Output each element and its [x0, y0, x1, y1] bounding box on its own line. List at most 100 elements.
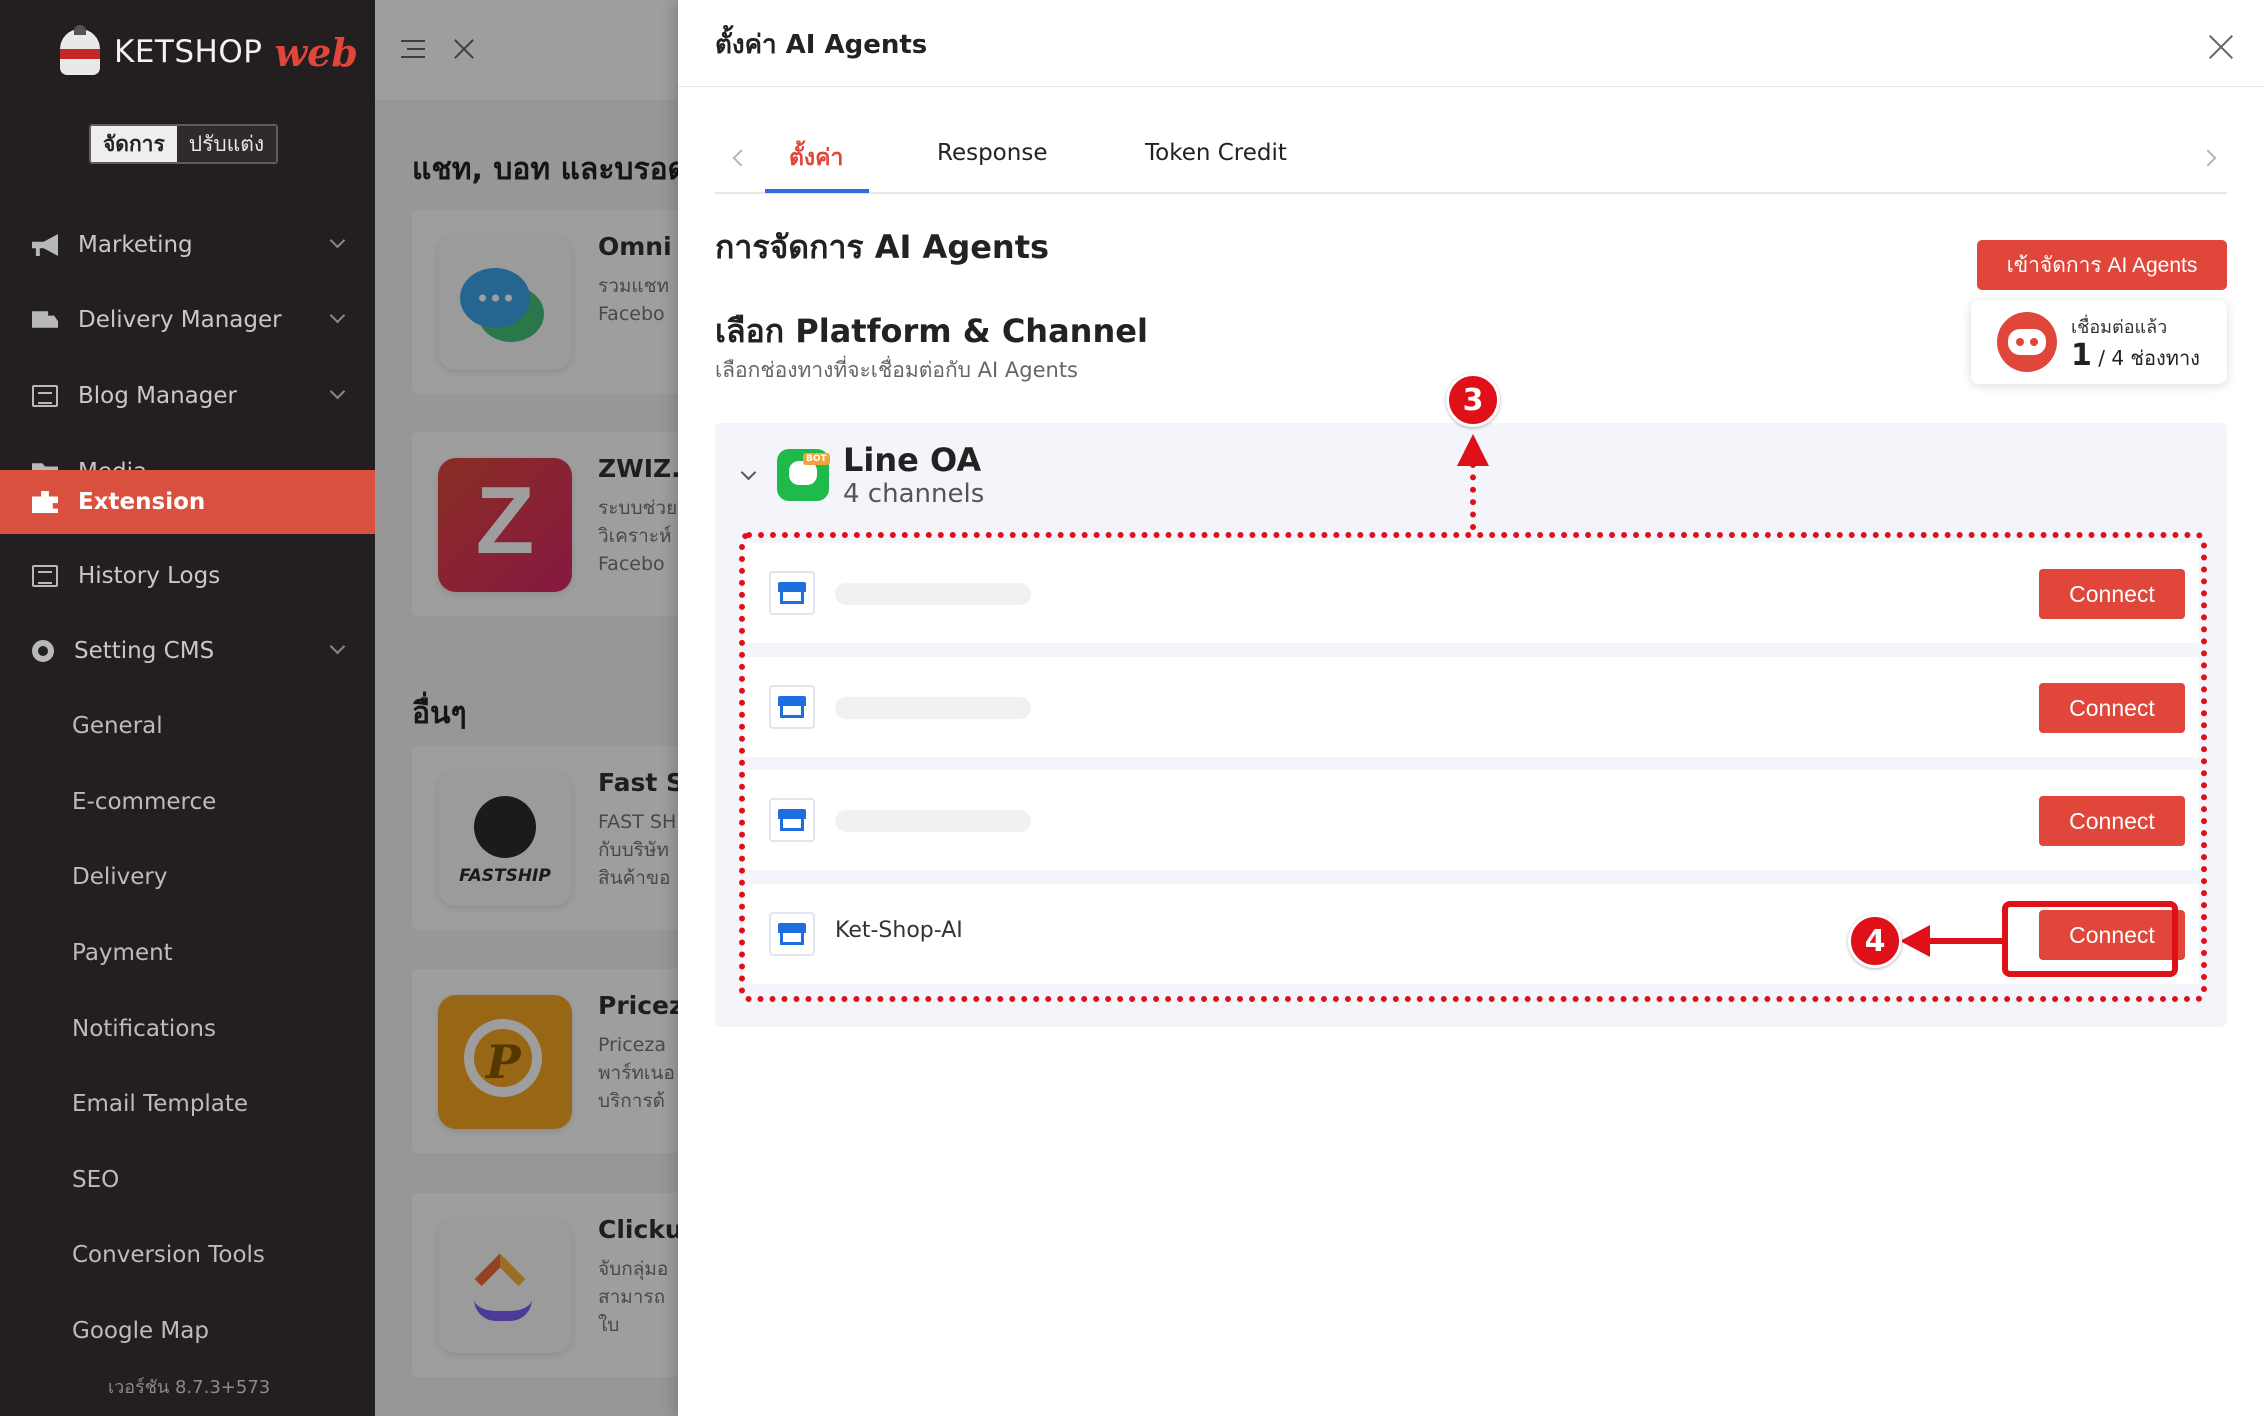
sidebar-subitem-payment[interactable]: Payment [72, 933, 173, 973]
extension-card-omni[interactable]: Omni รวมแชท Facebo [412, 210, 678, 394]
chevron-left-icon[interactable] [732, 149, 750, 167]
shop-icon [769, 571, 815, 615]
status-label: เชื่อมต่อแล้ว [2071, 317, 2168, 338]
platform-section-title: เลือก Platform & Channel [715, 312, 1148, 350]
sidebar-item-setting-cms[interactable]: Setting CMS [0, 619, 375, 683]
sidebar-item-marketing[interactable]: Marketing [0, 213, 375, 277]
fastship-logo-icon: FASTSHIP [438, 772, 572, 906]
channel-row: Ket-Shop-AI Connect [743, 884, 2199, 984]
collapse-menu-icon[interactable] [401, 40, 425, 58]
robot-icon [1997, 312, 2057, 372]
connect-button[interactable]: Connect [2039, 569, 2185, 619]
card-title: Clicku [598, 1215, 678, 1244]
platform-channel-count: 4 channels [843, 479, 985, 509]
truck-icon [32, 311, 58, 328]
chevron-right-icon[interactable] [2199, 149, 2217, 167]
card-desc: จับกลุ่มอ สามารถ ใบ [598, 1258, 669, 1336]
annotation-arrowhead-up [1457, 434, 1489, 466]
sidebar-item-label: History Logs [78, 563, 221, 589]
card-desc: ระบบช่วย วิเคราะห์ Facebo [598, 497, 678, 575]
mode-customize-button[interactable]: ปรับแต่ง [176, 126, 277, 162]
sidebar-subitem-general[interactable]: General [72, 706, 163, 746]
blog-icon [32, 385, 58, 407]
gear-icon [32, 640, 54, 662]
sidebar-subitem-notifications[interactable]: Notifications [72, 1009, 216, 1049]
ketshop-logo[interactable]: KETSHOP web [56, 22, 358, 82]
platform-section-desc: เลือกช่องทางที่จะเชื่อมต่อกับ AI Agents [715, 358, 1078, 382]
annotation-step-4-badge: 4 [1848, 914, 1902, 968]
card-desc: รวมแชท Facebo [598, 275, 670, 325]
channel-name-placeholder [835, 583, 1031, 605]
close-icon[interactable] [2208, 34, 2234, 60]
section-title: การจัดการ AI Agents [715, 228, 1050, 266]
sidebar-item-blog-manager[interactable]: Blog Manager [0, 364, 375, 428]
sidebar: KETSHOP web จัดการ ปรับแต่ง Marketing Del… [0, 0, 375, 1416]
sidebar-item-label: Marketing [78, 232, 193, 258]
divider [678, 86, 2264, 87]
tab-token-credit[interactable]: Token Credit [1145, 140, 1287, 166]
line-oa-logo-icon: BOT [777, 449, 830, 501]
card-title: ZWIZ.A [598, 454, 678, 483]
sidebar-subitem-ecommerce[interactable]: E-commerce [72, 782, 216, 822]
sidebar-subitem-delivery[interactable]: Delivery [72, 857, 167, 897]
shop-icon [769, 912, 815, 956]
annotation-arrow-left [1924, 938, 2002, 944]
sidebar-item-history-logs[interactable]: History Logs [0, 544, 375, 608]
zwiz-logo-icon: Z [438, 458, 572, 592]
tab-bar: ตั้งค่า Response Token Credit [715, 132, 2227, 194]
sidebar-item-extension[interactable]: Extension [0, 470, 375, 534]
shop-icon [769, 685, 815, 729]
sidebar-subitem-seo[interactable]: SEO [72, 1160, 119, 1200]
card-title: Omni [598, 232, 672, 261]
card-desc: FAST SH กับบริษัท สินค้าขอ [598, 811, 677, 889]
card-desc: Priceza พาร์ทเนอ บริการด้ [598, 1034, 675, 1112]
sidebar-subitem-google-map[interactable]: Google Map [72, 1311, 209, 1351]
priceza-logo-icon: P [438, 995, 572, 1129]
sidebar-subitem-conversion-tools[interactable]: Conversion Tools [72, 1235, 265, 1275]
clickup-logo-icon [438, 1219, 572, 1353]
card-title: Fast S [598, 768, 678, 797]
list-icon [32, 565, 58, 587]
mode-toggle: จัดการ ปรับแต่ง [89, 124, 279, 164]
chat-bubbles-icon [438, 236, 572, 370]
manage-ai-agents-button[interactable]: เข้าจัดการ AI Agents [1977, 240, 2227, 290]
tab-settings[interactable]: ตั้งค่า [789, 140, 843, 176]
shop-icon [769, 798, 815, 842]
chevron-down-icon [329, 232, 346, 249]
logo-text: KETSHOP [114, 34, 263, 70]
sidebar-item-label: Extension [78, 489, 206, 515]
extension-card-zwiz[interactable]: Z ZWIZ.A ระบบช่วยวิเคราะห์Facebo [412, 432, 678, 616]
sidebar-subitem-email-template[interactable]: Email Template [72, 1084, 248, 1124]
ai-agents-settings-panel: ตั้งค่า AI Agents ตั้งค่า Response Token… [678, 0, 2264, 1416]
chevron-down-icon [329, 307, 346, 324]
sidebar-item-label: Setting CMS [74, 638, 215, 664]
sidebar-item-delivery-manager[interactable]: Delivery Manager [0, 288, 375, 352]
sidebar-item-label: Delivery Manager [78, 307, 282, 333]
sidebar-item-label: Blog Manager [78, 383, 237, 409]
channel-name: Ket-Shop-AI [835, 918, 963, 943]
panel-title: ตั้งค่า AI Agents [715, 30, 928, 60]
extension-card-clickup[interactable]: Clicku จับกลุ่มอ สามารถ ใบ [412, 1193, 678, 1377]
channel-row: Connect [743, 770, 2199, 870]
connect-button[interactable]: Connect [2039, 910, 2185, 960]
connect-button[interactable]: Connect [2039, 796, 2185, 846]
chevron-down-icon[interactable] [740, 464, 757, 481]
channel-name-placeholder [835, 697, 1031, 719]
channel-row: Connect [743, 543, 2199, 643]
fullscreen-icon[interactable] [453, 38, 475, 60]
annotation-step-3-badge: 3 [1446, 373, 1500, 427]
chevron-down-icon [329, 638, 346, 655]
section-heading: แชท, บอท และบรอด [412, 152, 678, 187]
annotation-arrowhead-left [1900, 925, 1930, 957]
extension-card-priceza[interactable]: P Pricez Priceza พาร์ทเนอ บริการด้ [412, 969, 678, 1153]
mode-manage-button[interactable]: จัดการ [91, 126, 177, 162]
connection-status-card: เชื่อมต่อแล้ว 1 / 4 ช่องทาง [1971, 300, 2227, 384]
version-label: เวอร์ชัน 8.7.3+573 [108, 1377, 271, 1398]
channel-name-placeholder [835, 810, 1031, 832]
connect-button[interactable]: Connect [2039, 683, 2185, 733]
active-tab-indicator [765, 189, 869, 193]
tab-response[interactable]: Response [937, 140, 1047, 166]
extension-card-fastship[interactable]: FASTSHIP Fast S FAST SH กับบริษัท สินค้าขอ [412, 746, 678, 930]
extension-page-background: แชท, บอท และบรอด Omni รวมแชท Facebo Z ZWI… [375, 0, 678, 1416]
platform-name: Line OA [843, 441, 982, 479]
